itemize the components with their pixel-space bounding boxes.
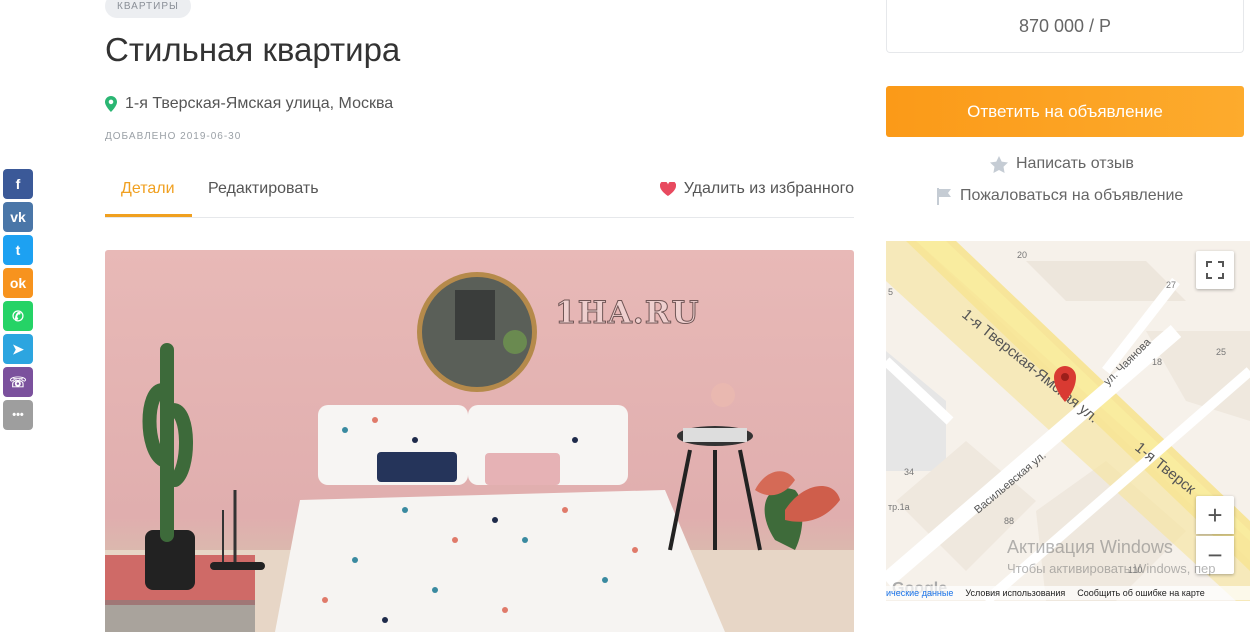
added-date: ДОБАВЛЕНО 2019-06-30 bbox=[105, 131, 242, 142]
listing-photo[interactable]: 1HA.RU bbox=[105, 250, 854, 632]
tab-details[interactable]: Детали bbox=[121, 180, 175, 198]
tab-edit[interactable]: Редактировать bbox=[208, 180, 319, 198]
odnoklassniki-share-button[interactable]: ok bbox=[3, 268, 33, 298]
fullscreen-icon bbox=[1206, 261, 1224, 279]
vk-icon: vk bbox=[10, 209, 26, 225]
map-house-number: 88 bbox=[1004, 516, 1014, 526]
page-title: Стильная квартира bbox=[105, 31, 401, 68]
windows-activation-subtitle: Чтобы активировать Windows, пер bbox=[1007, 561, 1216, 576]
address-text: 1-я Тверская-Ямская улица, Москва bbox=[125, 95, 394, 112]
more-share-button[interactable]: ••• bbox=[3, 400, 33, 430]
map-terms-link[interactable]: Условия использования bbox=[965, 588, 1065, 598]
more-icon: ••• bbox=[12, 409, 24, 421]
remove-favorite-label: Удалить из избранного bbox=[683, 180, 854, 197]
share-bar: f vk t ok ✆ ➤ ☏ ••• bbox=[3, 169, 33, 433]
map-house-number: 5 bbox=[888, 287, 893, 297]
whatsapp-share-button[interactable]: ✆ bbox=[3, 301, 33, 331]
watermark: 1HA.RU bbox=[555, 295, 700, 332]
telegram-share-button[interactable]: ➤ bbox=[3, 334, 33, 364]
viber-icon: ☏ bbox=[9, 373, 27, 390]
star-icon bbox=[990, 155, 1008, 173]
map-footer: ические данные Условия использования Соо… bbox=[886, 586, 1250, 600]
remove-favorite-button[interactable]: Удалить из избранного bbox=[659, 180, 854, 198]
twitter-icon: t bbox=[15, 242, 21, 258]
flag-icon bbox=[937, 187, 951, 205]
write-review-link[interactable]: Написать отзыв bbox=[990, 155, 1134, 173]
map-report-error-link[interactable]: Сообщить об ошибке на карте bbox=[1077, 588, 1204, 598]
vk-share-button[interactable]: vk bbox=[3, 202, 33, 232]
fullscreen-button[interactable] bbox=[1196, 251, 1234, 289]
address: 1-я Тверская-Ямская улица, Москва bbox=[105, 95, 393, 113]
map-house-number: 34 bbox=[904, 467, 914, 477]
map-house-number: 18 bbox=[1152, 357, 1162, 367]
telegram-icon: ➤ bbox=[12, 340, 24, 357]
odnoklassniki-icon: ok bbox=[9, 275, 27, 291]
whatsapp-icon: ✆ bbox=[12, 307, 24, 324]
map-house-number: 27 bbox=[1166, 280, 1176, 290]
map-house-number: 25 bbox=[1216, 347, 1226, 357]
twitter-share-button[interactable]: t bbox=[3, 235, 33, 265]
heart-icon bbox=[659, 182, 676, 196]
bedroom-illustration bbox=[105, 272, 854, 632]
viber-share-button[interactable]: ☏ bbox=[3, 367, 33, 397]
report-label: Пожаловаться на объявление bbox=[960, 187, 1184, 204]
windows-activation-title: Активация Windows bbox=[1007, 537, 1173, 557]
map-house-number: тр.1а bbox=[888, 502, 910, 512]
map-data-link[interactable]: ические данные bbox=[886, 588, 953, 598]
location-pin-icon bbox=[105, 96, 117, 112]
write-review-label: Написать отзыв bbox=[1016, 155, 1134, 172]
facebook-share-button[interactable]: f bbox=[3, 169, 33, 199]
price-box: 870 000 / Р bbox=[886, 0, 1244, 53]
map-house-number: 20 bbox=[1017, 250, 1027, 260]
reply-button[interactable]: Ответить на объявление bbox=[886, 86, 1244, 137]
facebook-icon: f bbox=[15, 176, 21, 192]
report-link[interactable]: Пожаловаться на объявление bbox=[936, 187, 1183, 205]
category-badge[interactable]: КВАРТИРЫ bbox=[105, 0, 191, 18]
price: 870 000 / Р bbox=[1018, 15, 1112, 36]
active-tab-indicator bbox=[105, 214, 192, 217]
tabs: Детали Редактировать Удалить из избранно… bbox=[105, 168, 854, 218]
zoom-in-button[interactable]: + bbox=[1196, 496, 1234, 534]
